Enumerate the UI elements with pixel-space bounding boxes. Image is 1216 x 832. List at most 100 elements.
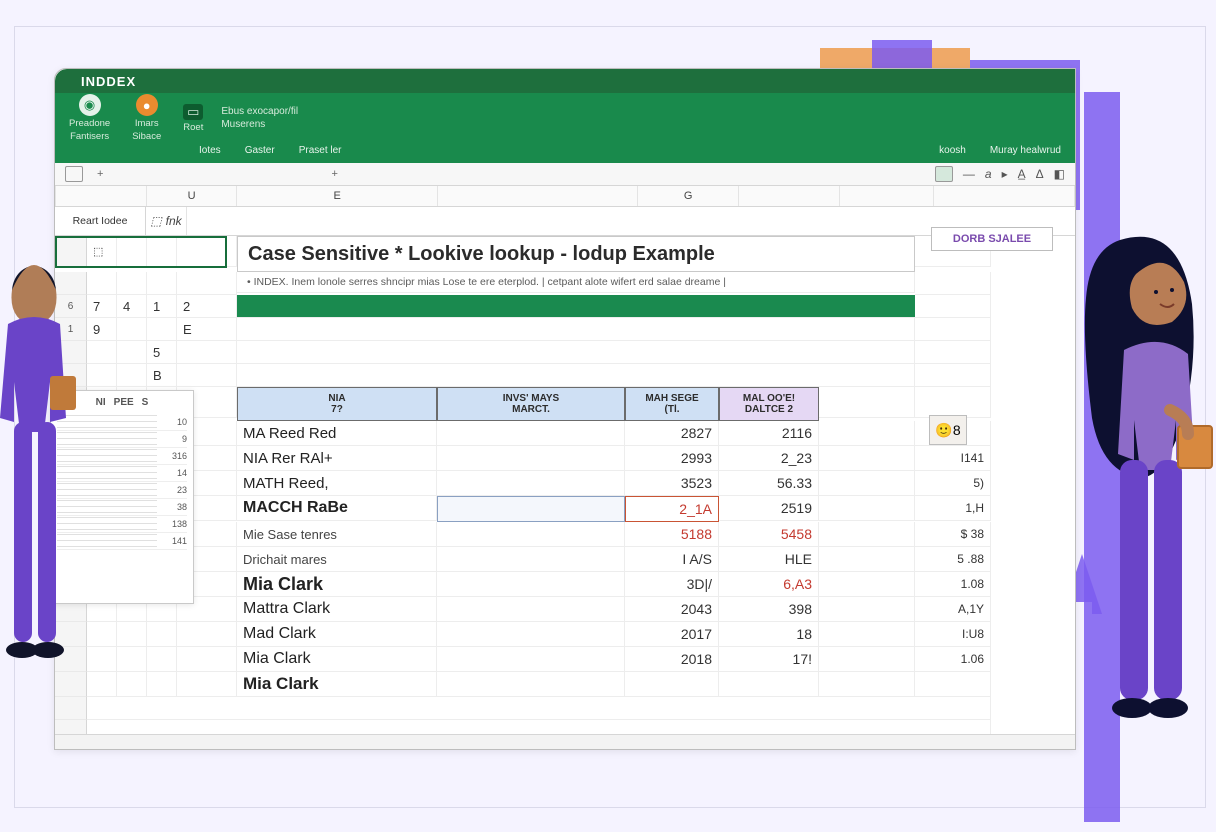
value-cell[interactable]: 5188 (625, 522, 719, 547)
sheet-title[interactable]: Case Sensitive * Lookive lookup - lodup … (237, 236, 915, 272)
value-cell[interactable]: 3D|/ (625, 572, 719, 597)
cell[interactable]: 1 (147, 295, 177, 318)
cell[interactable]: 2 (177, 295, 237, 318)
cell[interactable]: E (177, 318, 237, 341)
cell[interactable] (819, 421, 915, 446)
value-cell[interactable]: 2993 (625, 446, 719, 471)
cell[interactable] (117, 272, 147, 295)
col-g[interactable]: G (638, 186, 739, 206)
cell[interactable] (819, 387, 915, 418)
ribbon-btn-roet[interactable]: ▭ Roet (179, 104, 207, 133)
cell[interactable]: 4 (117, 295, 147, 318)
cell-selected[interactable] (437, 496, 625, 522)
value-cell[interactable]: 6,A3 (719, 572, 819, 597)
name-cell[interactable]: MACCH RaBe (237, 496, 437, 521)
ribbon-tab-gaster[interactable]: Gaster (245, 145, 275, 156)
col-blank[interactable] (438, 186, 638, 206)
name-cell[interactable]: Mia Clark (237, 572, 437, 597)
cell[interactable] (819, 572, 915, 597)
chevron-right-icon[interactable]: ▸ (1002, 167, 1008, 181)
cell[interactable] (147, 318, 177, 341)
cell[interactable] (117, 622, 147, 647)
cell[interactable] (915, 295, 991, 318)
cell[interactable] (819, 647, 915, 672)
layout-icon[interactable] (65, 166, 83, 182)
cell[interactable] (437, 471, 625, 496)
col-a[interactable] (55, 186, 147, 206)
cell[interactable] (437, 421, 625, 446)
value-cell[interactable]: 2_23 (719, 446, 819, 471)
cell[interactable] (147, 622, 177, 647)
cell[interactable] (177, 272, 237, 295)
horizontal-scrollbar[interactable] (55, 734, 1075, 749)
cell[interactable] (87, 697, 991, 720)
value-cell[interactable]: 18 (719, 622, 819, 647)
sheet-subtitle[interactable]: • INDEX. Inem lonole serres shncipr mias… (237, 272, 915, 293)
cell[interactable] (915, 387, 991, 418)
col-h[interactable] (739, 186, 840, 206)
cell[interactable] (177, 622, 237, 647)
value-cell[interactable]: 5458 (719, 522, 819, 547)
table-header-3[interactable]: MAH SEGE (Tl. (625, 387, 719, 421)
table-header-2[interactable]: INVS' MAYS MARCT. (437, 387, 625, 421)
name-cell[interactable]: Mad Clark (237, 622, 437, 647)
cell[interactable] (177, 647, 237, 672)
value-cell[interactable]: I A/S (625, 547, 719, 572)
value-cell[interactable]: 17! (719, 647, 819, 672)
side-cell[interactable]: 5 .88 (915, 547, 991, 572)
value-cell[interactable]: 2_1A (625, 496, 719, 522)
col-u[interactable]: U (147, 186, 238, 206)
side-label-box[interactable]: DORB SJALEE (931, 227, 1053, 251)
name-box[interactable]: Reart Iodee (55, 207, 146, 235)
format-italic-icon[interactable]: a (985, 167, 992, 181)
value-cell[interactable]: HLE (719, 547, 819, 572)
value-cell[interactable] (719, 672, 819, 697)
cell[interactable] (177, 364, 237, 387)
value-cell[interactable] (625, 672, 719, 697)
cell[interactable] (117, 236, 147, 267)
cell[interactable] (237, 341, 915, 364)
cell[interactable] (437, 647, 625, 672)
cell[interactable] (147, 236, 177, 267)
value-cell[interactable]: 3523 (625, 471, 719, 496)
name-cell[interactable]: Mattra Clark (237, 597, 437, 622)
value-cell[interactable]: 56.33 (719, 471, 819, 496)
name-cell[interactable]: Mia Clark (237, 672, 437, 697)
side-small-box[interactable]: 🙂 8 (929, 415, 967, 445)
table-header-4[interactable]: MAL OO'E! DALTCE 2 (719, 387, 819, 421)
side-cell[interactable]: 1.08 (915, 572, 991, 597)
side-cell[interactable]: 1,H (915, 496, 991, 521)
cell[interactable] (117, 647, 147, 672)
cell[interactable] (117, 318, 147, 341)
ribbon-tab-iotes[interactable]: Iotes (199, 145, 221, 156)
cell[interactable] (819, 672, 915, 697)
cell[interactable] (177, 341, 237, 364)
name-cell[interactable]: MA Reed Red (237, 421, 437, 446)
side-cell[interactable]: 5) (915, 471, 991, 496)
ribbon-btn-imars[interactable]: ● Imars Sibace (128, 94, 165, 142)
mini-tab-1[interactable]: NI (96, 397, 106, 408)
value-cell[interactable]: 2043 (625, 597, 719, 622)
cell[interactable] (819, 547, 915, 572)
value-cell[interactable]: 2116 (719, 421, 819, 446)
side-cell[interactable]: I141 (915, 446, 991, 471)
row-head[interactable] (55, 720, 87, 734)
table-header-1[interactable]: NIA 7? (237, 387, 437, 421)
cell[interactable] (819, 522, 915, 547)
cell[interactable] (915, 272, 991, 295)
cell[interactable] (237, 364, 915, 387)
ribbon-right-muray[interactable]: Muray healwrud (990, 145, 1061, 156)
value-cell[interactable]: 2017 (625, 622, 719, 647)
cell[interactable] (437, 522, 625, 547)
cell[interactable] (237, 318, 915, 341)
side-cell[interactable]: A,1Y (915, 597, 991, 622)
cell[interactable] (819, 471, 915, 496)
col-j[interactable] (934, 186, 1075, 206)
cell[interactable] (437, 572, 625, 597)
fx-label[interactable]: ⬚ fnk (146, 207, 187, 235)
cell[interactable] (117, 341, 147, 364)
col-i[interactable] (840, 186, 935, 206)
cell[interactable] (177, 236, 237, 267)
cell[interactable] (177, 672, 237, 697)
cell[interactable] (915, 341, 991, 364)
